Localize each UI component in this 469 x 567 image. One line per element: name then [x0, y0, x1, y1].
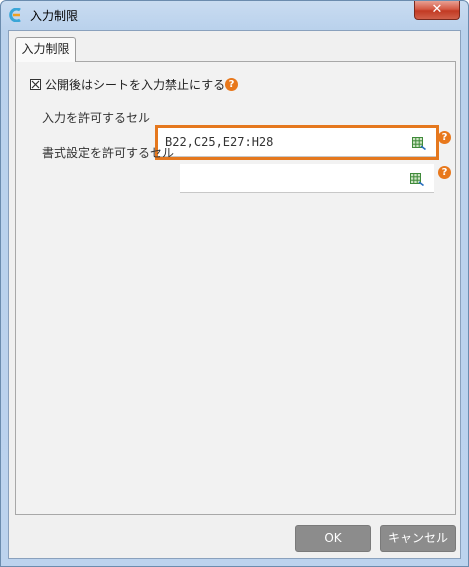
checkbox-x-icon	[31, 80, 40, 89]
app-logo-icon	[9, 8, 21, 22]
dialog-body: 入力制限 公開後はシートを入力禁止にする ? 入力を許可するセル B22,C25…	[8, 30, 461, 559]
close-icon: ✕	[431, 2, 443, 17]
lock-sheet-checkbox[interactable]	[30, 79, 41, 90]
allowed-format-cells-label: 書式設定を許可するセル	[42, 146, 175, 160]
ok-button[interactable]: OK	[295, 525, 371, 552]
allowed-input-cells-field[interactable]: B22,C25,E27:H28	[158, 128, 436, 157]
tab-input-restriction[interactable]: 入力制限	[15, 37, 76, 62]
cancel-button[interactable]: キャンセル	[380, 525, 456, 552]
help-icon[interactable]: ?	[438, 166, 451, 179]
tab-panel: 公開後はシートを入力禁止にする ? 入力を許可するセル B22,C25,E27:…	[15, 61, 456, 515]
cell-range-picker-icon[interactable]	[412, 137, 427, 150]
lock-sheet-label[interactable]: 公開後はシートを入力禁止にする	[45, 76, 225, 93]
dialog-window: 入力制限 ✕ 入力制限 公開後はシートを入力禁止にする ? 入力を許可するセル …	[0, 0, 469, 567]
help-icon[interactable]: ?	[438, 131, 451, 144]
window-title: 入力制限	[30, 9, 79, 23]
title-bar[interactable]: 入力制限 ✕	[1, 1, 468, 29]
allowed-format-cells-field[interactable]	[180, 164, 434, 193]
help-icon[interactable]: ?	[225, 78, 238, 91]
allowed-input-cells-label: 入力を許可するセル	[42, 111, 151, 125]
allowed-input-cells-value: B22,C25,E27:H28	[165, 135, 274, 149]
cell-range-picker-icon[interactable]	[410, 173, 425, 186]
close-button[interactable]: ✕	[414, 1, 460, 20]
